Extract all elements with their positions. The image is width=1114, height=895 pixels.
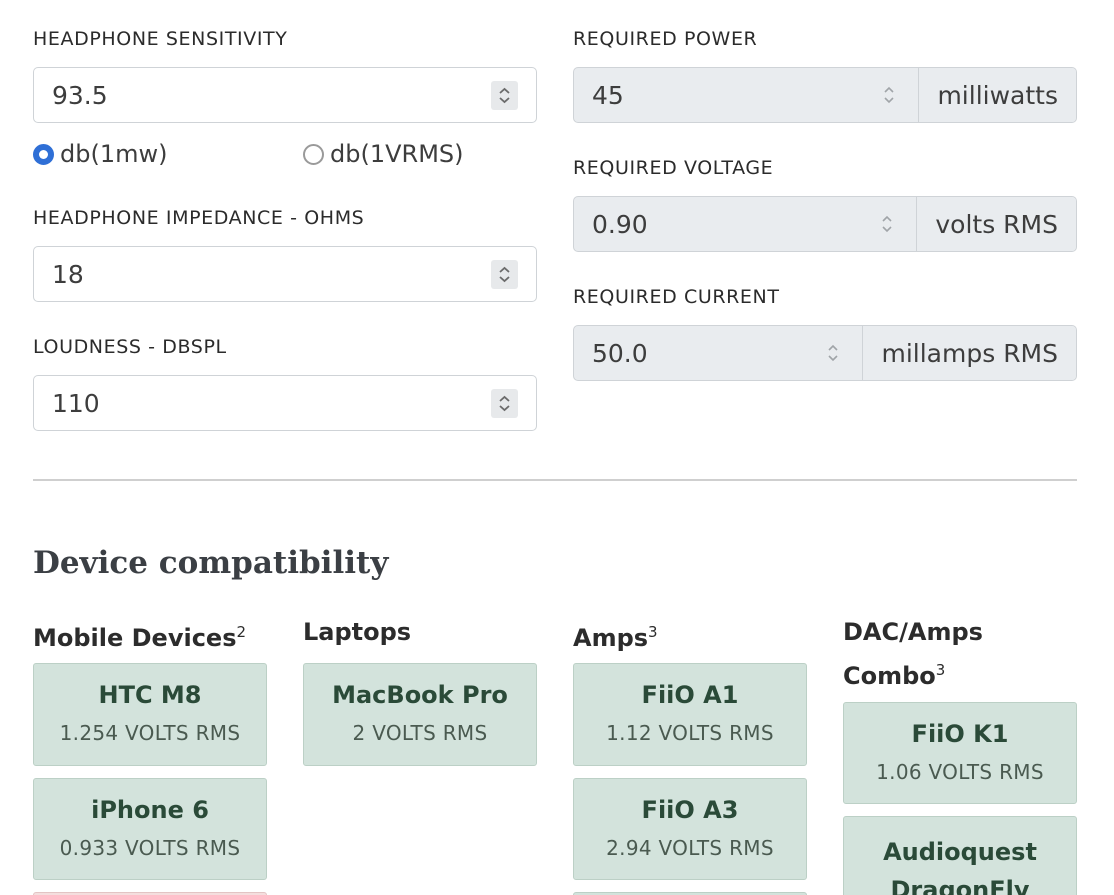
- power-unit: milliwatts: [918, 68, 1076, 122]
- radio-db-1mw-label: db(1mw): [60, 140, 168, 168]
- device-card: FiiO A1 1.12 VOLTS RMS: [573, 663, 807, 766]
- spinner-icon[interactable]: [491, 260, 518, 289]
- power-label: REQUIRED POWER: [573, 28, 758, 50]
- section-title: Device compatibility: [33, 545, 389, 581]
- voltage-output: 0.90 volts RMS: [573, 196, 1077, 252]
- voltage-unit: volts RMS: [916, 197, 1076, 251]
- divider: [33, 479, 1077, 481]
- device-spec: 2.94 VOLTS RMS: [606, 836, 774, 860]
- device-spec: 1.254 VOLTS RMS: [59, 721, 241, 745]
- device-spec: 1.06 VOLTS RMS: [876, 760, 1044, 784]
- sensitivity-label: HEADPHONE SENSITIVITY: [33, 28, 288, 50]
- column-title-text: Amps: [573, 624, 649, 652]
- spinner-icon: [882, 215, 892, 233]
- column-title-mobile: Mobile Devices2: [33, 613, 246, 657]
- column-title-dac: DAC/Amps Combo3: [843, 613, 983, 695]
- footnote-mark: 3: [935, 661, 946, 679]
- current-unit: millamps RMS: [862, 326, 1076, 380]
- column-title-text: Mobile Devices: [33, 624, 237, 652]
- current-label: REQUIRED CURRENT: [573, 286, 780, 308]
- column-title-text: DAC/Amps: [843, 618, 983, 646]
- device-card: FiiO A3 2.94 VOLTS RMS: [573, 778, 807, 880]
- device-card: Audioquest DragonFly: [843, 816, 1077, 895]
- radio-checked-icon: [33, 143, 54, 165]
- voltage-label: REQUIRED VOLTAGE: [573, 157, 774, 179]
- impedance-label: HEADPHONE IMPEDANCE - OHMS: [33, 207, 365, 229]
- device-name: Audioquest DragonFly: [844, 833, 1076, 895]
- device-card: FiiO K1 1.06 VOLTS RMS: [843, 702, 1077, 804]
- power-field[interactable]: 45: [574, 68, 918, 122]
- spinner-icon[interactable]: [491, 81, 518, 110]
- loudness-label: LOUDNESS - DBSPL: [33, 336, 227, 358]
- impedance-input[interactable]: 18: [33, 246, 537, 302]
- device-card: iPhone 6 0.933 VOLTS RMS: [33, 778, 267, 880]
- radio-db-1mw[interactable]: db(1mw): [33, 140, 167, 168]
- column-title-laptops: Laptops: [303, 613, 411, 651]
- device-name: iPhone 6: [91, 796, 209, 824]
- device-spec: 2 VOLTS RMS: [352, 721, 488, 745]
- device-name-line: DragonFly: [890, 876, 1030, 895]
- loudness-input[interactable]: 110: [33, 375, 537, 431]
- spinner-icon[interactable]: [491, 389, 518, 418]
- current-value: 50.0: [592, 338, 648, 368]
- spinner-icon: [828, 344, 839, 362]
- impedance-value: 18: [52, 259, 84, 289]
- footnote-mark: 2: [236, 623, 247, 641]
- sensitivity-value: 93.5: [52, 80, 108, 110]
- device-card: MacBook Pro 2 VOLTS RMS: [303, 663, 537, 766]
- device-card: HTC M8 1.254 VOLTS RMS: [33, 663, 267, 766]
- voltage-field[interactable]: 0.90: [574, 197, 916, 251]
- radio-unchecked-icon: [303, 143, 324, 165]
- device-spec: 0.933 VOLTS RMS: [59, 836, 241, 860]
- device-name: MacBook Pro: [332, 681, 508, 709]
- spinner-icon: [884, 86, 895, 104]
- radio-db-1vrms[interactable]: db(1VRMS): [303, 140, 464, 168]
- sensitivity-input[interactable]: 93.5: [33, 67, 537, 123]
- radio-db-1vrms-label: db(1VRMS): [330, 140, 464, 168]
- power-value: 45: [592, 80, 624, 110]
- voltage-value: 0.90: [592, 209, 648, 239]
- device-name-line: Audioquest: [883, 838, 1037, 866]
- device-name: FiiO A3: [641, 796, 739, 824]
- column-title-amps: Amps3: [573, 613, 658, 657]
- current-field[interactable]: 50.0: [574, 326, 862, 380]
- device-name: FiiO K1: [911, 720, 1009, 748]
- device-name: FiiO A1: [641, 681, 739, 709]
- power-output: 45 milliwatts: [573, 67, 1077, 123]
- column-title-text: Laptops: [303, 618, 412, 646]
- loudness-value: 110: [52, 388, 100, 418]
- footnote-mark: 3: [648, 623, 658, 641]
- device-name: HTC M8: [98, 681, 202, 709]
- column-title-text: Combo: [843, 662, 936, 690]
- current-output: 50.0 millamps RMS: [573, 325, 1077, 381]
- device-spec: 1.12 VOLTS RMS: [606, 721, 774, 745]
